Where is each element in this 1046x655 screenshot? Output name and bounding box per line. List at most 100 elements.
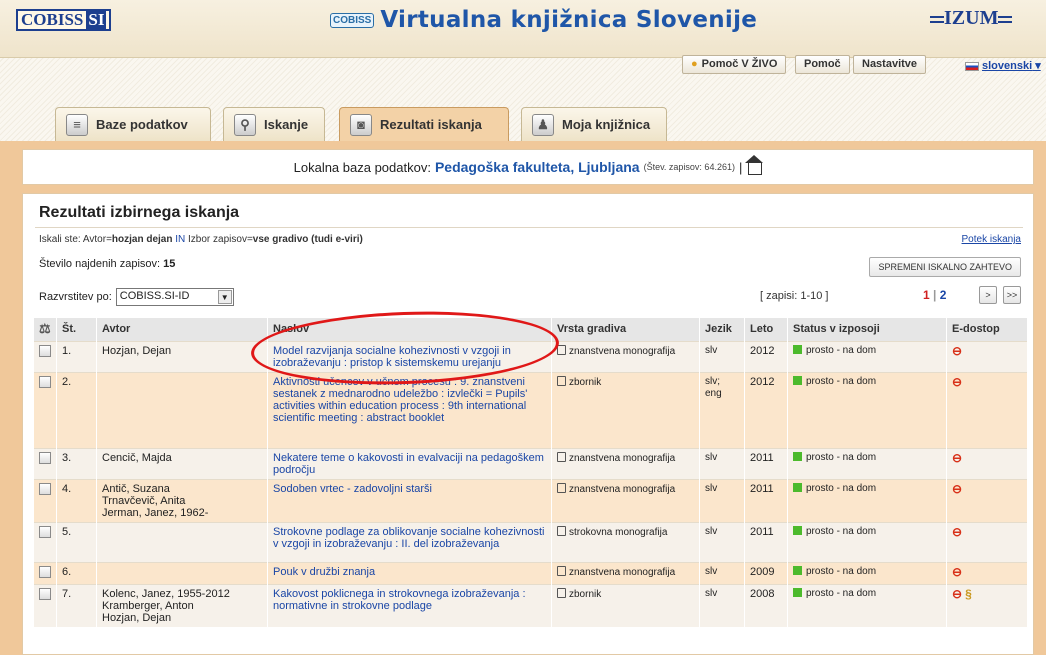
cobiss-logo[interactable]: COBISS SI bbox=[16, 9, 112, 31]
row-status[interactable]: prosto - na dom bbox=[787, 521, 947, 562]
row-checkbox[interactable] bbox=[33, 478, 57, 522]
col-status: Status v izposoji bbox=[787, 318, 947, 341]
row-lang: slv bbox=[699, 340, 745, 372]
checkbox[interactable] bbox=[39, 587, 51, 600]
row-status[interactable]: prosto - na dom bbox=[787, 478, 947, 522]
live-help-button[interactable]: ● Pomoč V ŽIVO bbox=[682, 55, 787, 74]
database-icon: ≡ bbox=[66, 113, 88, 136]
row-type: znanstvena monografija bbox=[551, 340, 700, 372]
row-status[interactable]: prosto - na dom bbox=[787, 340, 947, 372]
row-type: znanstvena monografija bbox=[551, 478, 700, 522]
tab-databases[interactable]: ≡ Baze podatkov bbox=[55, 107, 211, 141]
local-db-separator: | bbox=[738, 159, 743, 175]
row-author[interactable] bbox=[96, 521, 268, 562]
row-lang: slv bbox=[699, 521, 745, 562]
e-access-icon[interactable]: ⊖ bbox=[952, 525, 962, 539]
row-checkbox[interactable] bbox=[33, 371, 57, 448]
page-2-link[interactable]: 2 bbox=[940, 288, 947, 302]
checkbox[interactable] bbox=[39, 375, 51, 388]
row-checkbox[interactable] bbox=[33, 340, 57, 372]
row-eaccess[interactable]: ⊖ bbox=[946, 371, 1027, 448]
row-checkbox[interactable] bbox=[33, 521, 57, 562]
row-num: 5. bbox=[56, 521, 97, 562]
e-access-icon[interactable]: ⊖ bbox=[952, 375, 962, 389]
row-title[interactable]: Sodoben vrtec - zadovoljni starši bbox=[267, 478, 552, 522]
checkbox[interactable] bbox=[39, 565, 51, 578]
sort-select[interactable]: COBISS.SI-ID ▼ bbox=[115, 288, 234, 306]
slovenia-flag-icon bbox=[965, 61, 979, 71]
row-status[interactable]: prosto - na dom bbox=[787, 561, 947, 584]
e-access-icon[interactable]: ⊖ bbox=[952, 344, 962, 358]
language-select[interactable]: slovenski ▾ bbox=[965, 59, 1041, 72]
row-eaccess[interactable]: ⊖ bbox=[946, 478, 1027, 522]
e-access-icon[interactable]: ⊖ bbox=[952, 587, 962, 601]
row-eaccess[interactable]: ⊖ bbox=[946, 447, 1027, 479]
row-author[interactable] bbox=[96, 371, 268, 448]
row-type: strokovna monografija bbox=[551, 521, 700, 562]
main-area: Lokalna baza podatkov: Pedagoška fakulte… bbox=[0, 141, 1046, 655]
checkbox[interactable] bbox=[39, 482, 51, 495]
row-status[interactable]: prosto - na dom bbox=[787, 583, 947, 627]
settings-button[interactable]: Nastavitve bbox=[853, 55, 927, 74]
chevron-down-icon: ▼ bbox=[217, 290, 232, 304]
e-access-icon[interactable]: ⊖ bbox=[952, 482, 962, 496]
pagination: 1 | 2 bbox=[923, 288, 947, 302]
checkbox[interactable] bbox=[39, 525, 51, 538]
row-author[interactable]: Hozjan, Dejan bbox=[96, 340, 268, 372]
col-lang[interactable]: Jezik bbox=[699, 318, 745, 341]
row-title[interactable]: Pouk v družbi znanja bbox=[267, 561, 552, 584]
vks-title[interactable]: COBISS Virtualna knjižnica Slovenije bbox=[330, 6, 757, 34]
row-author[interactable]: Antič, Suzana Trnavčevič, Anita Jerman, … bbox=[96, 478, 268, 522]
tab-my-library[interactable]: ♟ Moja knjižnica bbox=[521, 107, 667, 141]
table-row: 6. Pouk v družbi znanja znanstvena monogra… bbox=[33, 561, 1027, 584]
basket-header[interactable]: ⚖ bbox=[33, 318, 57, 341]
row-status[interactable]: prosto - na dom bbox=[787, 447, 947, 479]
row-status[interactable]: prosto - na dom bbox=[787, 371, 947, 448]
e-access-icon[interactable]: ⊖ bbox=[952, 565, 962, 579]
izum-logo[interactable]: IZUM bbox=[930, 7, 1013, 30]
next-page-button[interactable]: > bbox=[979, 286, 997, 304]
row-author[interactable] bbox=[96, 561, 268, 584]
row-checkbox[interactable] bbox=[33, 447, 57, 479]
row-checkbox[interactable] bbox=[33, 583, 57, 627]
search-query: Iskali ste: Avtor=hozjan dejan IN Izbor … bbox=[39, 234, 363, 245]
row-title[interactable]: Nekatere teme o kakovosti in evalvaciji … bbox=[267, 447, 552, 479]
results-heading: Rezultati izbirnega iskanja bbox=[39, 204, 240, 221]
row-lang: slv bbox=[699, 478, 745, 522]
row-num: 2. bbox=[56, 371, 97, 448]
col-type[interactable]: Vrsta gradiva bbox=[551, 318, 700, 341]
modify-search-button[interactable]: SPREMENI ISKALNO ZAHTEVO bbox=[869, 257, 1021, 277]
tab-search[interactable]: ⚲ Iskanje bbox=[223, 107, 325, 141]
checkbox[interactable] bbox=[39, 451, 51, 464]
local-db-name[interactable]: Pedagoška fakulteta, Ljubljana bbox=[435, 159, 640, 175]
home-icon[interactable] bbox=[745, 155, 764, 175]
e-access-icon-2[interactable]: § bbox=[965, 587, 972, 601]
row-title[interactable]: Kakovost poklicnega in strokovnega izobr… bbox=[267, 583, 552, 627]
row-eaccess[interactable]: ⊖ § bbox=[946, 583, 1027, 627]
row-lang: slv; eng bbox=[699, 371, 745, 448]
available-icon bbox=[793, 525, 802, 535]
sort-control: Razvrstitev po: COBISS.SI-ID ▼ bbox=[39, 288, 234, 306]
col-author[interactable]: Avtor bbox=[96, 318, 268, 341]
row-eaccess[interactable]: ⊖ bbox=[946, 340, 1027, 372]
row-title[interactable]: Strokovne podlage za oblikovanje socialn… bbox=[267, 521, 552, 562]
table-row: 7. Kolenc, Janez, 1955-2012 Kramberger, A… bbox=[33, 583, 1027, 627]
col-year[interactable]: Leto bbox=[744, 318, 788, 341]
available-icon bbox=[793, 565, 802, 575]
row-author[interactable]: Cencič, Majda bbox=[96, 447, 268, 479]
row-year: 2009 bbox=[744, 561, 788, 584]
row-eaccess[interactable]: ⊖ bbox=[946, 521, 1027, 562]
row-checkbox[interactable] bbox=[33, 561, 57, 584]
e-access-icon[interactable]: ⊖ bbox=[952, 451, 962, 465]
row-author[interactable]: Kolenc, Janez, 1955-2012 Kramberger, Ant… bbox=[96, 583, 268, 627]
row-num: 7. bbox=[56, 583, 97, 627]
last-page-button[interactable]: >> bbox=[1003, 286, 1021, 304]
help-button[interactable]: Pomoč bbox=[795, 55, 850, 74]
local-database-bar: Lokalna baza podatkov: Pedagoška fakulte… bbox=[22, 149, 1034, 185]
row-eaccess[interactable]: ⊖ bbox=[946, 561, 1027, 584]
tab-results[interactable]: ◙ Rezultati iskanja bbox=[339, 107, 509, 141]
checkbox[interactable] bbox=[39, 344, 51, 357]
row-type: zbornik bbox=[551, 583, 700, 627]
row-num: 4. bbox=[56, 478, 97, 522]
search-history-link[interactable]: Potek iskanja bbox=[962, 234, 1021, 245]
